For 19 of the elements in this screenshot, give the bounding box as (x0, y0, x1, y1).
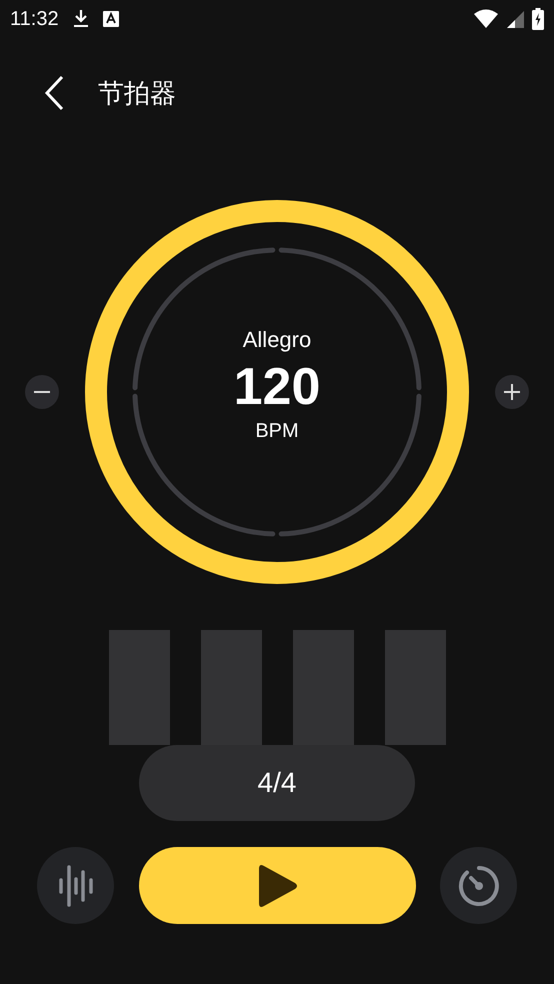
bpm-value: 120 (234, 359, 320, 416)
status-time: 11:32 (10, 8, 59, 30)
timer-icon (456, 864, 500, 908)
decrease-button[interactable] (25, 375, 59, 409)
tempo-dial[interactable] (84, 199, 470, 585)
keyboard-icon (102, 11, 119, 27)
minus-icon (33, 391, 51, 393)
plus-icon (502, 382, 522, 402)
back-icon[interactable] (44, 75, 64, 111)
time-signature-button[interactable]: 4/4 (139, 745, 415, 821)
battery-icon (532, 8, 544, 30)
wifi-icon (474, 9, 498, 29)
tempo-marking: Allegro (242, 327, 312, 353)
page-title: 节拍器 (98, 78, 176, 110)
signal-icon (506, 9, 524, 29)
bpm-unit: BPM (255, 420, 299, 444)
sound-wave-icon (58, 864, 94, 908)
download-icon (72, 9, 89, 29)
increase-button[interactable] (495, 375, 529, 409)
